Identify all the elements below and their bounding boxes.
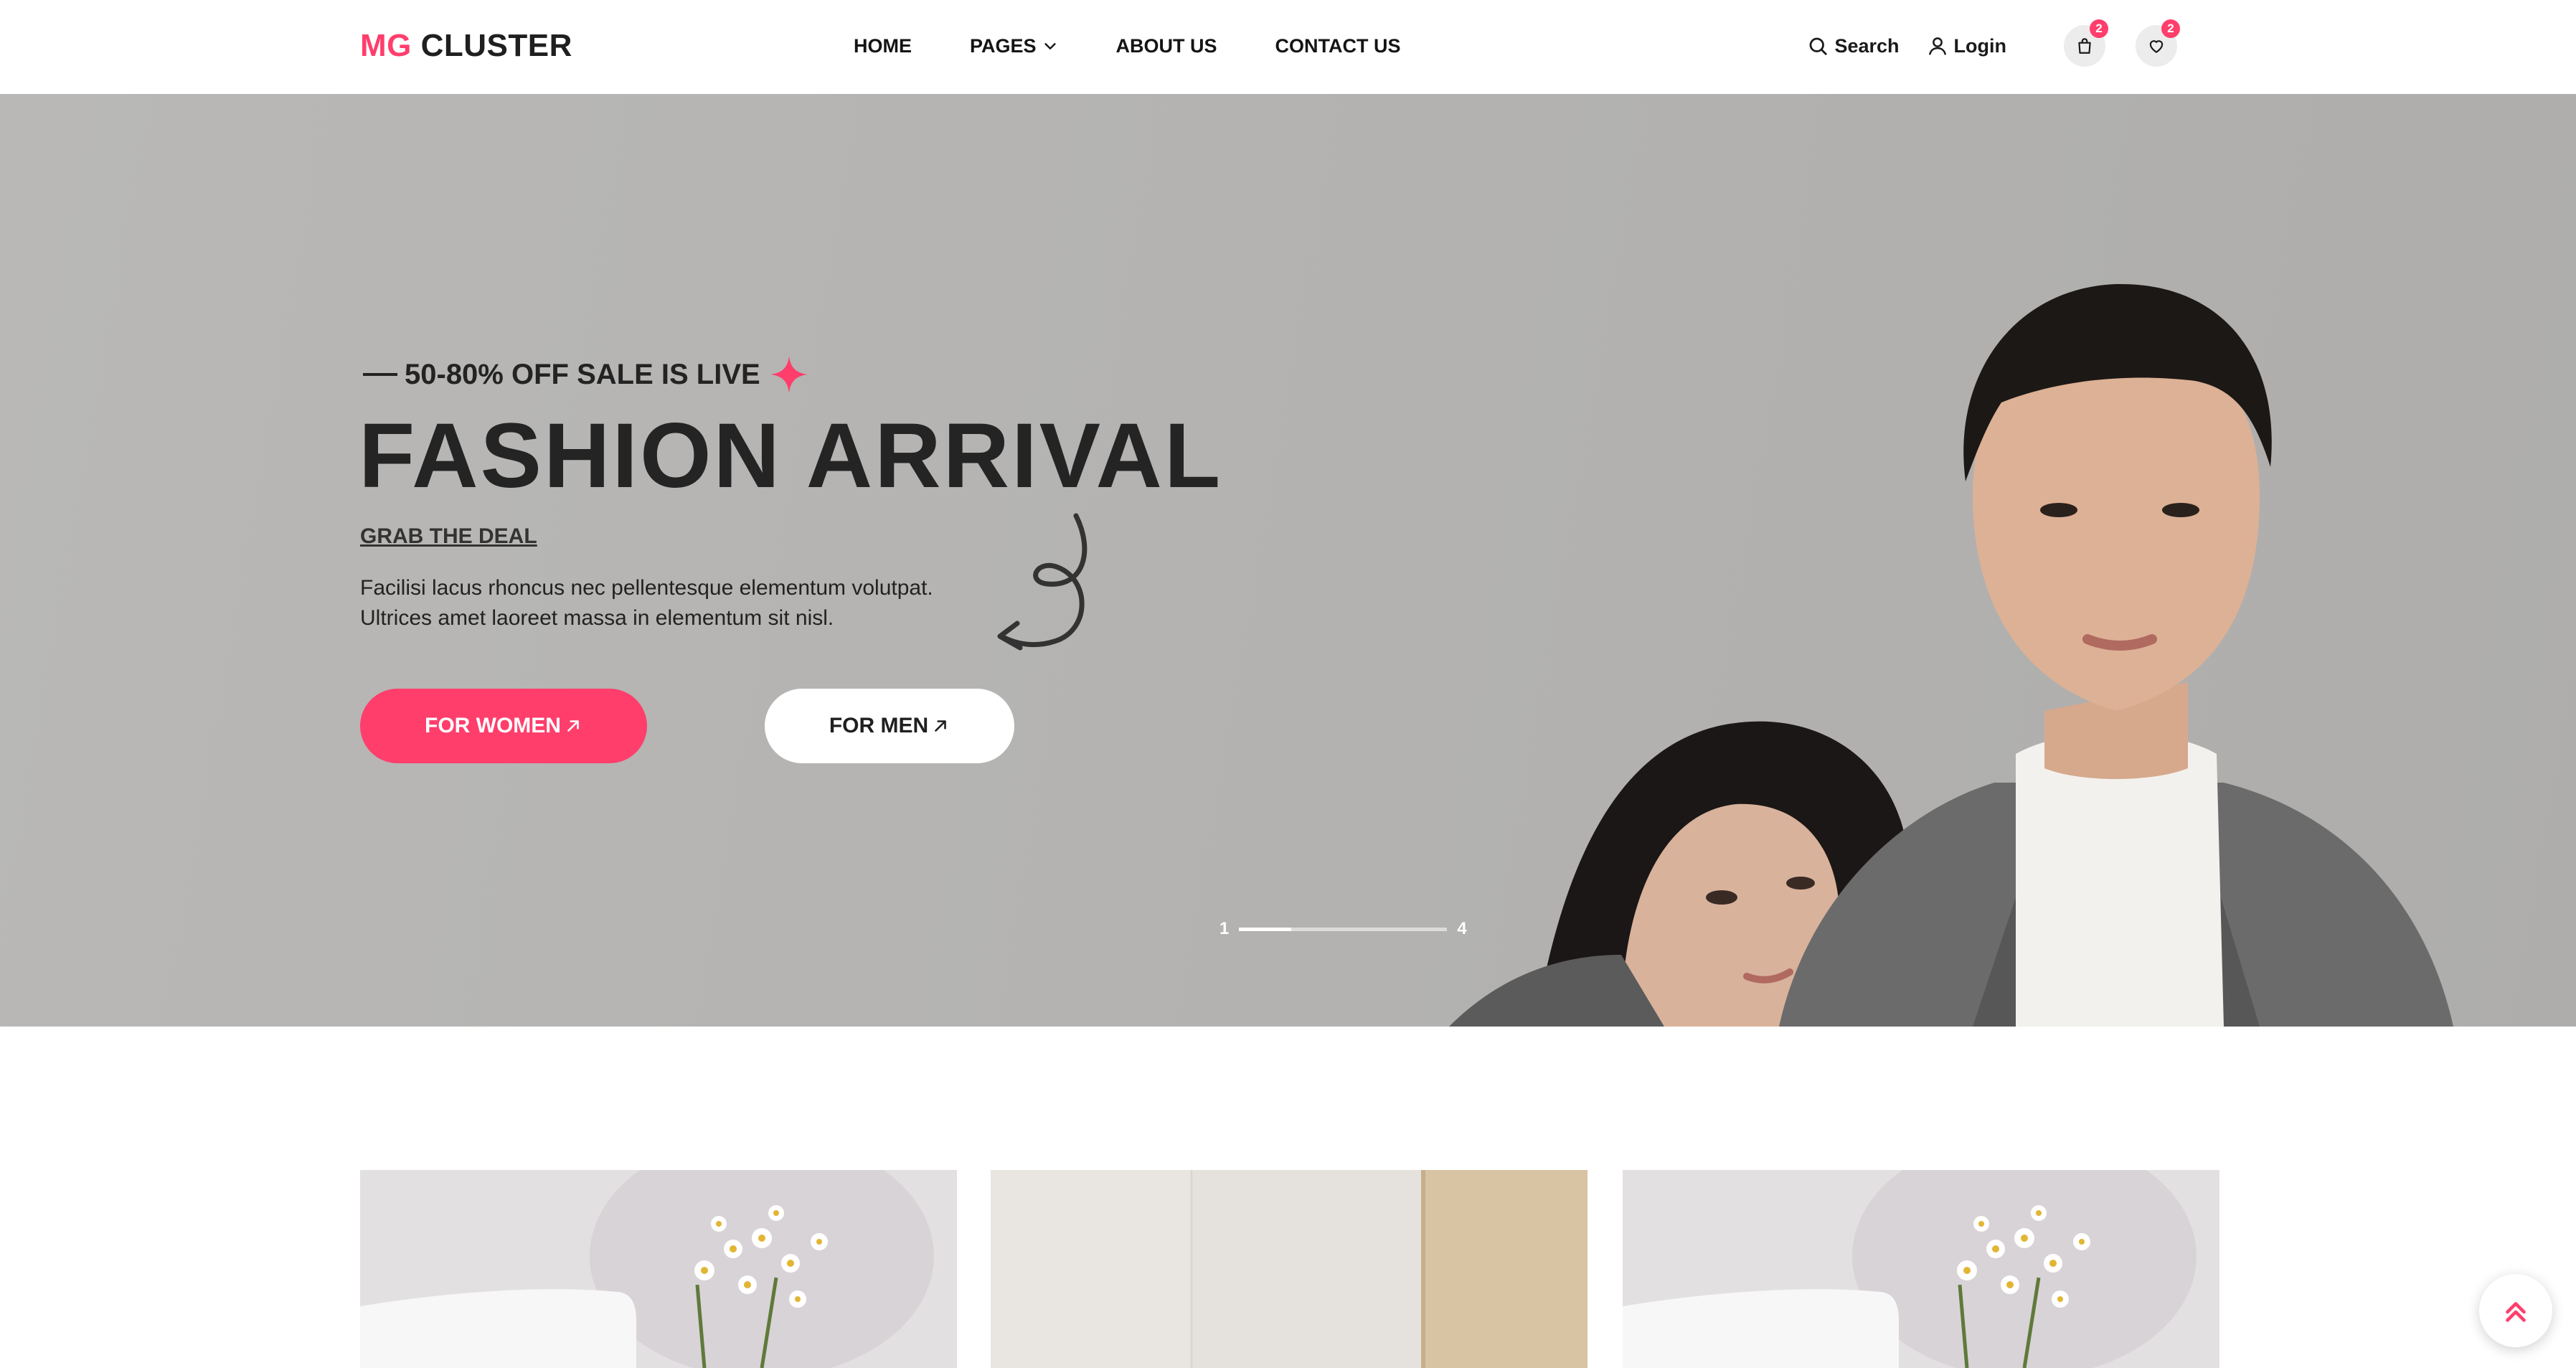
nav-about[interactable]: ABOUT US <box>1116 35 1217 57</box>
login-label: Login <box>1953 34 2006 57</box>
sparkle-icon <box>770 356 808 393</box>
hero-models-image <box>1449 283 2453 1027</box>
site-header: MG CLUSTER HOME PAGES ABOUT US CONTACT U… <box>0 0 2576 94</box>
logo-accent: MG <box>360 28 412 63</box>
shopping-bag-icon <box>2078 38 2091 54</box>
for-men-label: FOR MEN <box>829 714 929 737</box>
category-card[interactable] <box>1623 1170 2219 1368</box>
interior-image <box>991 1170 1587 1368</box>
slide-track-fill <box>1239 927 1291 931</box>
heart-icon <box>2149 40 2164 53</box>
search-link[interactable]: Search <box>1807 34 1900 57</box>
nav-contact[interactable]: CONTACT US <box>1275 35 1401 57</box>
arrow-up-right-icon <box>935 720 946 732</box>
nav-pages-label: PAGES <box>970 34 1037 57</box>
search-icon <box>1810 37 1828 55</box>
brand-logo[interactable]: MG CLUSTER <box>360 26 572 66</box>
nav-home[interactable]: HOME <box>854 35 912 57</box>
search-label: Search <box>1834 34 1900 57</box>
user-icon <box>1928 37 1946 55</box>
eyebrow-dash <box>363 373 397 376</box>
chevron-down-icon <box>1044 43 1056 49</box>
main-nav: HOME PAGES ABOUT US CONTACT US <box>854 29 1401 63</box>
for-women-button[interactable]: FOR WOMEN <box>360 689 647 763</box>
wishlist-button[interactable]: 2 <box>2136 19 2180 67</box>
flowers-laptop-image <box>360 1170 957 1368</box>
cart-button[interactable]: 2 <box>2064 19 2108 67</box>
wishlist-count-badge: 2 <box>2161 19 2180 38</box>
hero-description: Facilisi lacus rhoncus nec pellentesque … <box>360 576 933 630</box>
flowers-laptop-image <box>1623 1170 2219 1368</box>
eyebrow-text: 50-80% OFF SALE IS LIVE <box>405 358 760 390</box>
slide-total: 4 <box>1457 919 1467 938</box>
cart-count-badge: 2 <box>2090 19 2108 38</box>
hero-title: FASHION ARRIVAL <box>359 405 1223 507</box>
nav-pages[interactable]: PAGES <box>970 35 1058 57</box>
slide-progress[interactable]: 1 4 <box>1219 919 1467 939</box>
utility-bar: Search Login 2 2 <box>1807 19 2180 67</box>
category-card[interactable] <box>360 1170 957 1368</box>
nav-contact-label: CONTACT US <box>1275 34 1401 57</box>
slide-current: 1 <box>1219 919 1230 938</box>
logo-text: CLUSTER <box>411 28 572 63</box>
grab-deal-link[interactable]: GRAB THE DEAL <box>360 524 537 549</box>
scroll-to-top-button[interactable] <box>2479 1274 2552 1347</box>
slide-track[interactable] <box>1239 927 1448 931</box>
double-chevron-up-icon <box>2506 1302 2526 1322</box>
nav-home-label: HOME <box>854 34 912 57</box>
for-women-label: FOR WOMEN <box>425 714 561 737</box>
arrow-up-right-icon <box>567 720 579 732</box>
for-men-button[interactable]: FOR MEN <box>765 689 1014 763</box>
hero-banner: 50-80% OFF SALE IS LIVE FASHION ARRIVAL … <box>0 94 2576 1027</box>
nav-about-label: ABOUT US <box>1115 34 1217 57</box>
sale-eyebrow: 50-80% OFF SALE IS LIVE <box>363 354 809 395</box>
login-link[interactable]: Login <box>1927 35 2006 57</box>
category-card[interactable] <box>991 1170 1587 1368</box>
curly-arrow-icon <box>997 513 1088 651</box>
